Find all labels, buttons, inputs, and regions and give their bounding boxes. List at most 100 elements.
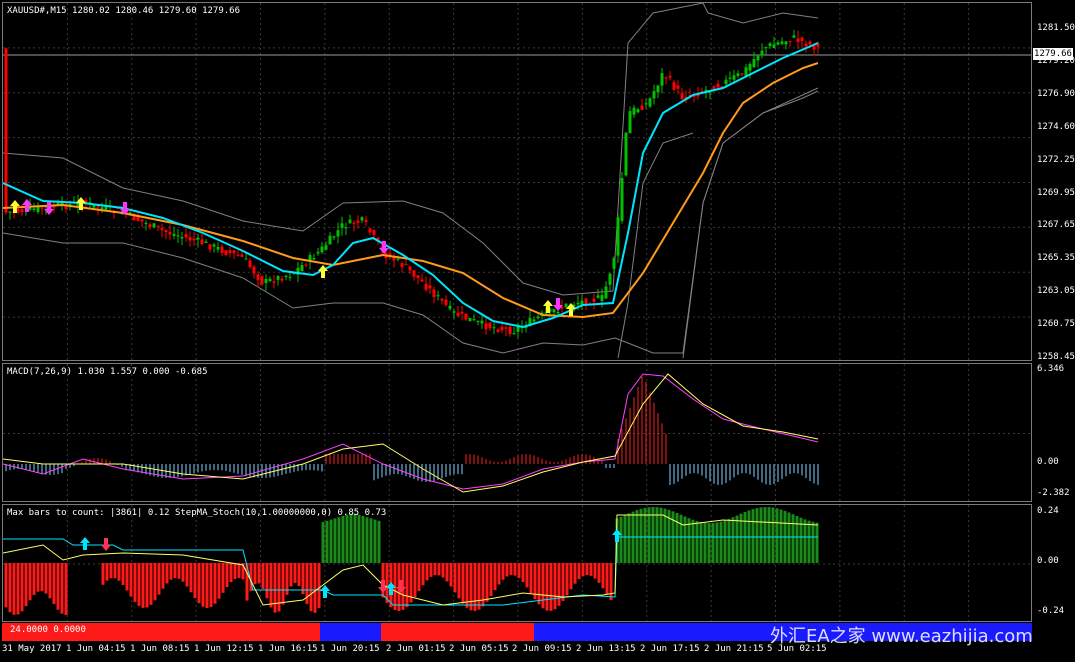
price-tick-label: 1260.75	[1037, 319, 1075, 330]
stoch-histogram-bar	[133, 563, 137, 602]
stoch-histogram-bar	[537, 563, 541, 605]
stoch-histogram-bar	[137, 563, 141, 606]
macd-header: MACD(7,26,9) 1.030 1.557 0.000 -0.685	[7, 367, 208, 377]
stoch-histogram-bar	[261, 563, 265, 589]
strip-segment-red	[120, 623, 320, 641]
strip-segment-red	[381, 623, 534, 641]
candle-body	[456, 312, 460, 317]
candle-body	[408, 266, 412, 271]
stoch-histogram-bar	[289, 563, 293, 587]
macd-pane[interactable]: MACD(7,26,9) 1.030 1.557 0.000 -0.685	[2, 363, 1032, 502]
candle-body	[652, 91, 656, 99]
stoch-histogram-bar	[40, 563, 44, 592]
stoch-histogram-bar	[609, 563, 613, 601]
stoch-histogram-bar	[707, 522, 711, 563]
macd-canvas	[3, 364, 1031, 501]
candle-body	[756, 56, 760, 61]
candle-body	[280, 278, 284, 281]
candle-body	[216, 246, 220, 250]
candle-body	[768, 43, 772, 47]
time-tick-label: 2 Jun 21:15	[704, 644, 764, 654]
candle-body	[592, 298, 596, 302]
candle-body	[556, 311, 560, 314]
stoch-histogram-bar	[8, 563, 12, 613]
stoch-histogram-bar	[185, 563, 189, 587]
stoch-histogram-bar	[417, 563, 421, 592]
candle-body	[480, 320, 484, 324]
stoch-histogram-bar	[237, 563, 241, 579]
time-tick-label: 2 Jun 09:15	[512, 644, 572, 654]
stoch-histogram-bar	[465, 563, 469, 608]
stoch-histogram-bar	[337, 517, 341, 563]
stoch-histogram-bar	[679, 514, 683, 563]
stoch-histogram-bar	[177, 563, 181, 579]
stoch-histogram-bar	[141, 563, 145, 608]
candle-body	[20, 209, 24, 213]
stoch-histogram-bar	[165, 563, 169, 584]
candle-body	[416, 275, 420, 279]
stoch-histogram-bar	[56, 563, 60, 610]
slow-moving-average	[3, 62, 819, 319]
candle-body	[268, 278, 272, 282]
stoch-histogram-bar	[233, 563, 237, 579]
stoch-histogram-bar	[811, 521, 815, 563]
candle-body	[240, 254, 244, 257]
candle-body	[172, 233, 176, 236]
stoch-histogram-bar	[205, 563, 209, 608]
candle-body	[276, 276, 280, 280]
candle-body	[464, 313, 468, 320]
candle-body	[444, 299, 448, 305]
stoch-histogram-bar	[711, 522, 715, 563]
stoch-histogram-bar	[597, 563, 601, 583]
candle-body	[356, 220, 360, 223]
candle-body	[324, 245, 328, 250]
stoch-histogram-bar	[341, 516, 345, 563]
candle-body	[496, 329, 500, 332]
candle-body	[448, 305, 452, 309]
price-chart-pane[interactable]: XAUUSD#,M15 1280.02 1280.46 1279.60 1279…	[2, 2, 1032, 361]
price-tick-label: 1272.25	[1037, 154, 1075, 165]
candle-body	[328, 235, 332, 245]
candle-body	[164, 230, 168, 233]
stoch-histogram-bar	[369, 518, 373, 563]
stoch-canvas	[3, 505, 1031, 621]
time-tick-label: 1 Jun 04:15	[66, 644, 126, 654]
time-tick-label: 2 Jun 13:15	[576, 644, 636, 654]
stoch-tick-label: -0.24	[1037, 606, 1065, 616]
stoch-histogram-bar	[229, 563, 233, 583]
candle-body	[284, 275, 288, 278]
stoch-histogram-bar	[209, 563, 213, 607]
stoch-histogram-bar	[161, 563, 165, 589]
stoch-histogram-bar	[461, 563, 465, 604]
stoch-histogram-bar	[373, 519, 377, 563]
stoch-histogram-bar	[561, 563, 565, 601]
candle-body	[492, 327, 496, 329]
stoch-histogram-bar	[489, 563, 493, 597]
candle-body	[252, 266, 256, 274]
stoch-histogram-bar	[727, 518, 731, 563]
stoch-histogram-bar	[273, 563, 277, 613]
candle-body	[616, 217, 620, 256]
candle-body	[512, 333, 516, 335]
stoch-histogram-bar	[221, 563, 225, 593]
stoch-histogram-bar	[751, 509, 755, 563]
candle-body	[640, 105, 644, 110]
candle-body	[244, 258, 248, 260]
candle-body	[736, 73, 740, 76]
stoch-histogram-bar	[325, 520, 329, 563]
candle-body	[8, 211, 12, 213]
candle-body	[232, 250, 236, 254]
stoch-histogram-bar	[437, 563, 441, 576]
stoch-histogram-bar	[405, 563, 409, 607]
stepma-stoch-pane[interactable]: Max bars to count: |3861| 0.12 StepMA_St…	[2, 504, 1032, 622]
candle-body	[412, 270, 416, 277]
stoch-histogram-bar	[385, 563, 389, 603]
candle-body	[100, 207, 104, 209]
candle-body	[620, 178, 624, 221]
stoch-histogram-bar	[449, 563, 453, 587]
stoch-histogram-bar	[659, 507, 663, 563]
candle-body	[644, 103, 648, 105]
candle-body	[368, 228, 372, 233]
candle-body	[184, 234, 188, 238]
candle-body	[260, 276, 264, 285]
